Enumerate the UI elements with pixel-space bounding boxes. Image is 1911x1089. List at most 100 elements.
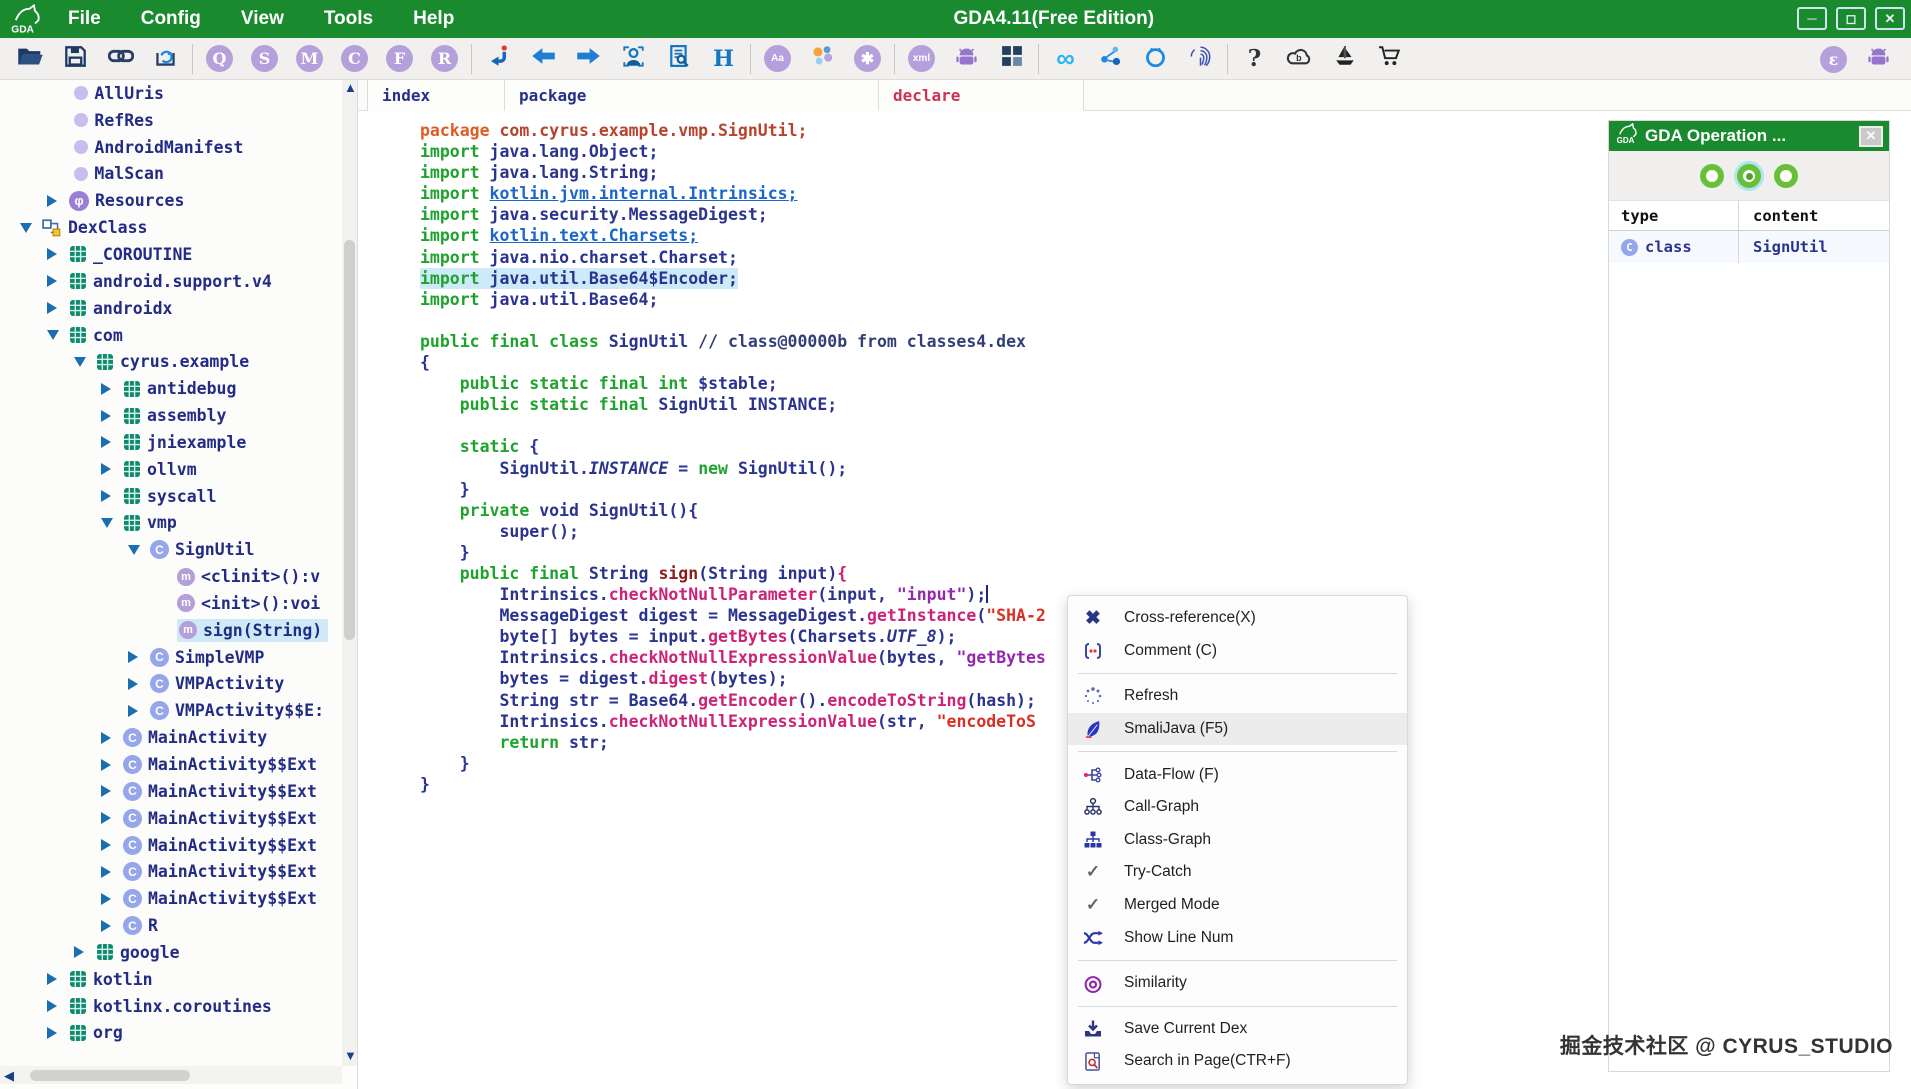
code-line[interactable]: String str = Base64.getEncoder().encodeT…	[420, 690, 1046, 711]
menu-config[interactable]: Config	[141, 8, 201, 30]
menu-item-comment-c-[interactable]: Comment (C)	[1068, 635, 1407, 668]
code-line[interactable]: return str;	[420, 732, 1046, 753]
code-line[interactable]: public static final int $stable;	[420, 373, 1046, 394]
menu-item-smalijava-f5-[interactable]: SmaliJava (F5)	[1068, 712, 1407, 746]
chevron-right-icon[interactable]	[101, 409, 123, 422]
chevron-right-icon[interactable]	[128, 677, 150, 690]
sidebar-item-resources[interactable]: φ Resources	[0, 187, 340, 214]
maximize-button[interactable]: ◻	[1836, 7, 1866, 30]
chevron-right-icon[interactable]	[101, 839, 123, 852]
code-line[interactable]: public final String sign(String input){	[420, 563, 1046, 584]
status-light-icon[interactable]	[1774, 163, 1798, 188]
ring-icon[interactable]	[1133, 39, 1178, 79]
chevron-right-icon[interactable]	[101, 919, 123, 932]
sidebar-item-mainactivity-ext[interactable]: C MainActivity$$Ext	[0, 751, 340, 778]
chevron-right-icon[interactable]	[101, 865, 123, 878]
open-file-icon[interactable]	[8, 39, 53, 79]
sidebar-item-google[interactable]: google	[0, 939, 340, 966]
sidebar-item-syscall[interactable]: syscall	[0, 483, 340, 510]
reload-dex-icon[interactable]	[143, 39, 188, 79]
code-line[interactable]: import java.util.Base64;	[420, 289, 1046, 310]
chevron-down-icon[interactable]	[20, 222, 42, 233]
sidebar-item--init-voi[interactable]: m <init>():voi	[0, 590, 340, 617]
save-icon[interactable]	[53, 39, 98, 79]
font-icon[interactable]: Aa	[755, 39, 800, 79]
menu-item-save-current-dex[interactable]: Save Current Dex	[1068, 1013, 1407, 1046]
sidebar-item-malscan[interactable]: MalScan	[0, 161, 340, 188]
code-line[interactable]	[420, 415, 1046, 436]
settings-gear-icon[interactable]: ✱	[845, 39, 890, 79]
sidebar-item--clinit-v[interactable]: m <clinit>():v	[0, 563, 340, 590]
sidebar-hscrollbar-thumb[interactable]	[30, 1070, 190, 1081]
menu-item-try-catch[interactable]: ✓ Try-Catch	[1068, 856, 1407, 889]
close-icon[interactable]: ✕	[1859, 125, 1883, 147]
sidebar-item-cyrus-example[interactable]: cyrus.example	[0, 348, 340, 375]
hex-view-icon[interactable]: H	[701, 39, 746, 79]
sidebar-item-org[interactable]: org	[0, 1020, 340, 1047]
chevron-right-icon[interactable]	[101, 758, 123, 771]
chevron-right-icon[interactable]	[101, 785, 123, 798]
sidebar-item-mainactivity-ext[interactable]: C MainActivity$$Ext	[0, 832, 340, 859]
chevron-right-icon[interactable]	[47, 194, 69, 207]
chevron-right-icon[interactable]	[101, 731, 123, 744]
code-line[interactable]: byte[] bytes = input.getBytes(Charsets.U…	[420, 626, 1046, 647]
code-line[interactable]: }	[420, 753, 1046, 774]
menu-item-search-in-page-ctr-f-[interactable]: Search in Page(CTR+F)	[1068, 1045, 1407, 1078]
scroll-left-icon[interactable]: ◀	[4, 1068, 14, 1084]
chevron-right-icon[interactable]	[101, 812, 123, 825]
sidebar-scrollbar-thumb[interactable]	[344, 240, 355, 640]
code-line[interactable]: }	[420, 774, 1046, 795]
privacy-scan-icon[interactable]	[611, 39, 656, 79]
sidebar-item-alluris[interactable]: AllUris	[0, 80, 340, 107]
scroll-up-icon[interactable]: ▲	[344, 80, 357, 95]
sidebar-item-mainactivity[interactable]: C MainActivity	[0, 724, 340, 751]
molecule-icon[interactable]	[1088, 39, 1133, 79]
status-light-active-icon[interactable]	[1737, 163, 1761, 188]
menu-item-class-graph[interactable]: Class-Graph	[1068, 824, 1407, 857]
sidebar-item-refres[interactable]: RefRes	[0, 107, 340, 134]
sidebar-item-jniexample[interactable]: jniexample	[0, 429, 340, 456]
chevron-down-icon[interactable]	[47, 330, 69, 341]
menu-item-call-graph[interactable]: Call-Graph	[1068, 791, 1407, 824]
report-icon[interactable]	[656, 39, 701, 79]
tab-index[interactable]: index	[367, 80, 505, 111]
code-line[interactable]: static {	[420, 436, 1046, 457]
chevron-right-icon[interactable]	[47, 1026, 69, 1039]
sidebar-item-kotlinx-coroutines[interactable]: kotlinx.coroutines	[0, 993, 340, 1020]
menu-item-cross-reference-x-[interactable]: ✖ Cross-reference(X)	[1068, 602, 1407, 635]
android-icon[interactable]	[1856, 39, 1901, 79]
sidebar-item-com[interactable]: com	[0, 322, 340, 349]
sidebar-item-mainactivity-ext[interactable]: C MainActivity$$Ext	[0, 805, 340, 832]
menu-help[interactable]: Help	[413, 8, 454, 30]
code-line[interactable]: import kotlin.text.Charsets;	[420, 225, 1046, 246]
code-line[interactable]: }	[420, 542, 1046, 563]
sidebar-item-r[interactable]: CR	[0, 912, 340, 939]
sidebar-item-dexclass[interactable]: DexClass	[0, 214, 340, 241]
class-search-icon[interactable]: C	[332, 39, 377, 79]
tab-declare[interactable]: declare	[879, 80, 1084, 111]
chevron-down-icon[interactable]	[74, 356, 96, 367]
code-line[interactable]: import java.lang.Object;	[420, 141, 1046, 162]
code-line[interactable]	[420, 310, 1046, 331]
chevron-right-icon[interactable]	[47, 302, 69, 315]
sidebar-item-ollvm[interactable]: ollvm	[0, 456, 340, 483]
sidebar-item-mainactivity-ext[interactable]: C MainActivity$$Ext	[0, 885, 340, 912]
chevron-right-icon[interactable]	[47, 248, 69, 261]
sidebar-item-sign-string-[interactable]: m sign(String)	[0, 617, 340, 644]
chevron-right-icon[interactable]	[128, 651, 150, 664]
sidebar-item-androidmanifest[interactable]: AndroidManifest	[0, 134, 340, 161]
string-search-icon[interactable]: S	[242, 39, 287, 79]
xml-icon[interactable]: xml	[899, 39, 944, 79]
minimize-button[interactable]: ─	[1797, 7, 1827, 30]
sidebar-item-antidebug[interactable]: antidebug	[0, 375, 340, 402]
sidebar-item-simplevmp[interactable]: C SimpleVMP	[0, 644, 340, 671]
sidebar-item-vmp[interactable]: vmp	[0, 510, 340, 537]
code-line[interactable]: Intrinsics.checkNotNullParameter(input, …	[420, 584, 1046, 605]
menu-view[interactable]: View	[241, 8, 284, 30]
sidebar-item-vmpactivity[interactable]: C VMPActivity	[0, 671, 340, 698]
back-icon[interactable]	[521, 39, 566, 79]
menu-item-refresh[interactable]: Refresh	[1068, 680, 1407, 713]
chevron-down-icon[interactable]	[128, 544, 150, 555]
resource-search-icon[interactable]: R	[422, 39, 467, 79]
sailboat-icon[interactable]	[1322, 39, 1367, 79]
